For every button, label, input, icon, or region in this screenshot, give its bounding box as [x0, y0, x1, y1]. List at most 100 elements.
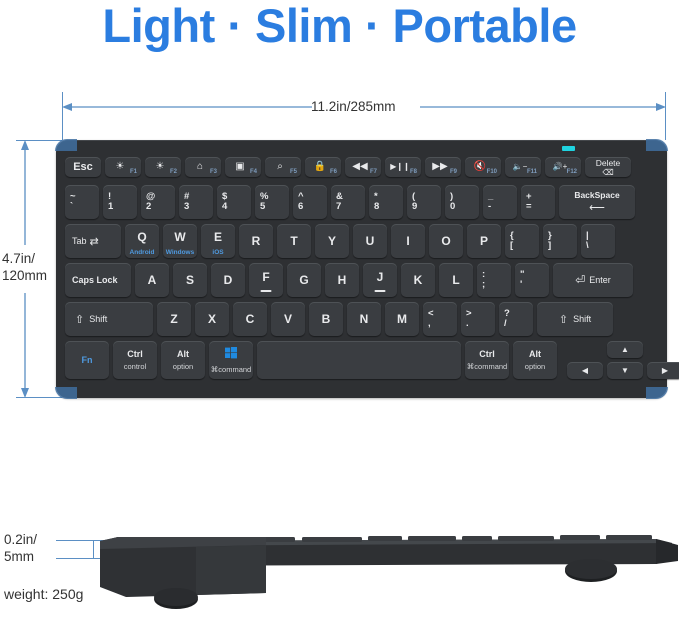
key-label: I — [406, 234, 410, 248]
function-key-number: F3 — [209, 169, 217, 175]
key-4[interactable]: $4 — [217, 185, 251, 219]
key-backslash[interactable]: | \ — [581, 224, 615, 258]
key-caps-lock[interactable]: Caps Lock — [65, 263, 131, 297]
key-space[interactable] — [257, 341, 461, 379]
key-alt-right[interactable]: Alt option — [513, 341, 557, 379]
key-5[interactable]: % 5 — [255, 185, 289, 219]
key-label: Shift — [573, 314, 592, 324]
key-arrow-down[interactable]: ▼ — [607, 362, 643, 379]
key-b[interactable]: B — [309, 302, 343, 336]
key-slash[interactable]: ? / — [499, 302, 533, 336]
key-f7[interactable]: ◀◀ F7 — [345, 157, 381, 177]
key-label: Fn — [81, 355, 93, 365]
key-alt-left[interactable]: Alt option — [161, 341, 205, 379]
key-comma[interactable]: <, — [423, 302, 457, 336]
key-shift-left[interactable]: ⇧ Shift — [65, 302, 153, 336]
key-label: 4 — [222, 201, 228, 212]
key-esc[interactable]: Esc — [65, 157, 101, 177]
key-6[interactable]: ^ 6 — [293, 185, 327, 219]
key-fn[interactable]: Fn — [65, 341, 109, 379]
key-f1[interactable]: ☀ F1 — [105, 157, 141, 177]
shift-key-row: ⇧ Shift Z X C V B N M <, >.? / ⇧ Shift — [65, 302, 613, 336]
key-[[interactable]: {[ — [505, 224, 539, 258]
key-arrow-right[interactable]: ▶ — [647, 362, 679, 379]
page-title: Light · Slim · Portable — [102, 0, 577, 52]
key-r[interactable]: R — [239, 224, 273, 258]
keyboard-corner-top-right — [646, 139, 668, 151]
key-2[interactable]: @2 — [141, 185, 175, 219]
key-t[interactable]: T — [277, 224, 311, 258]
key-3[interactable]: #3 — [179, 185, 213, 219]
key-label: M — [397, 312, 407, 326]
key-arrow-up[interactable]: ▲ — [607, 341, 643, 358]
key-f11[interactable]: 🔈− F11 — [505, 157, 541, 177]
key-u[interactable]: U — [353, 224, 387, 258]
key-semicolon[interactable]: :; — [477, 263, 511, 297]
key-0[interactable]: ) 0 — [445, 185, 479, 219]
key-w[interactable]: W Windows — [163, 224, 197, 258]
key-ctrl-left[interactable]: Ctrl control — [113, 341, 157, 379]
key-f12[interactable]: 🔊+ F12 — [545, 157, 581, 177]
key-enter[interactable]: ⏎ Enter — [553, 263, 633, 297]
key-k[interactable]: K — [401, 263, 435, 297]
key-d[interactable]: D — [211, 263, 245, 297]
function-key-number: F8 — [409, 169, 417, 175]
shift-icon: ⇧ — [558, 313, 569, 326]
key-l[interactable]: L — [439, 263, 473, 297]
key-c[interactable]: C — [233, 302, 267, 336]
function-key-number: F10 — [486, 169, 497, 175]
key-7[interactable]: & 7 — [331, 185, 365, 219]
key-shift-right[interactable]: ⇧ Shift — [537, 302, 613, 336]
qwerty-key-row: Tab ⇄ Q Android W Windows EiOS R T Y U I O P {[}] | \ — [65, 224, 615, 258]
key-f10[interactable]: 🔇 F10 — [465, 157, 501, 177]
height-dimension-label: 4.7in/ 120mm — [2, 250, 47, 284]
key-label: 6 — [298, 201, 304, 212]
key-s[interactable]: S — [173, 263, 207, 297]
lock-icon: 🔒 — [313, 161, 327, 172]
key-z[interactable]: Z — [157, 302, 191, 336]
key-quote[interactable]: " ' — [515, 263, 549, 297]
key-f2[interactable]: ☀ F2 — [145, 157, 181, 177]
key-label: A — [147, 273, 157, 287]
key-8[interactable]: * 8 — [369, 185, 403, 219]
key-a[interactable]: A — [135, 263, 169, 297]
key--[interactable]: _ - — [483, 185, 517, 219]
key-label: 3 — [184, 201, 190, 212]
key-1[interactable]: ! 1 — [103, 185, 137, 219]
key-label: ' — [520, 279, 523, 290]
key-o[interactable]: O — [429, 224, 463, 258]
key-ctrl-right[interactable]: Ctrl ⌘command — [465, 341, 509, 379]
key-period[interactable]: >. — [461, 302, 495, 336]
key-f6[interactable]: 🔒 F6 — [305, 157, 341, 177]
key-m[interactable]: M — [385, 302, 419, 336]
key-j[interactable]: J — [363, 263, 397, 297]
key-i[interactable]: I — [391, 224, 425, 258]
key-f9[interactable]: ▶▶ F9 — [425, 157, 461, 177]
key-y[interactable]: Y — [315, 224, 349, 258]
key-g[interactable]: G — [287, 263, 321, 297]
key-p[interactable]: P — [467, 224, 501, 258]
key-f5[interactable]: ⌕ F5 — [265, 157, 301, 177]
width-dimension-label: 11.2in/285mm — [311, 99, 396, 114]
key-9[interactable]: (9 — [407, 185, 441, 219]
key-f8[interactable]: ▶❙❙ F8 — [385, 157, 421, 177]
key-f4[interactable]: ▣ F4 — [225, 157, 261, 177]
key-x[interactable]: X — [195, 302, 229, 336]
key-n[interactable]: N — [347, 302, 381, 336]
key-h[interactable]: H — [325, 263, 359, 297]
os-mode-label: Windows — [165, 249, 195, 256]
key-`[interactable]: ~ ` — [65, 185, 99, 219]
key-command-left[interactable]: ⌘command — [209, 341, 253, 379]
key-arrow-left[interactable]: ◀ — [567, 362, 603, 379]
key-e[interactable]: EiOS — [201, 224, 235, 258]
key-f3[interactable]: ⌂ F3 — [185, 157, 221, 177]
key-q[interactable]: Q Android — [125, 224, 159, 258]
key-delete[interactable]: Delete ⌫ — [585, 157, 631, 177]
key-f[interactable]: F — [249, 263, 283, 297]
key-backspace[interactable]: BackSpace ⟵ — [559, 185, 635, 219]
key-][interactable]: }] — [543, 224, 577, 258]
brightness-up-icon: ☀ — [155, 161, 165, 172]
key-=[interactable]: + = — [521, 185, 555, 219]
key-tab[interactable]: Tab ⇄ — [65, 224, 121, 258]
key-v[interactable]: V — [271, 302, 305, 336]
